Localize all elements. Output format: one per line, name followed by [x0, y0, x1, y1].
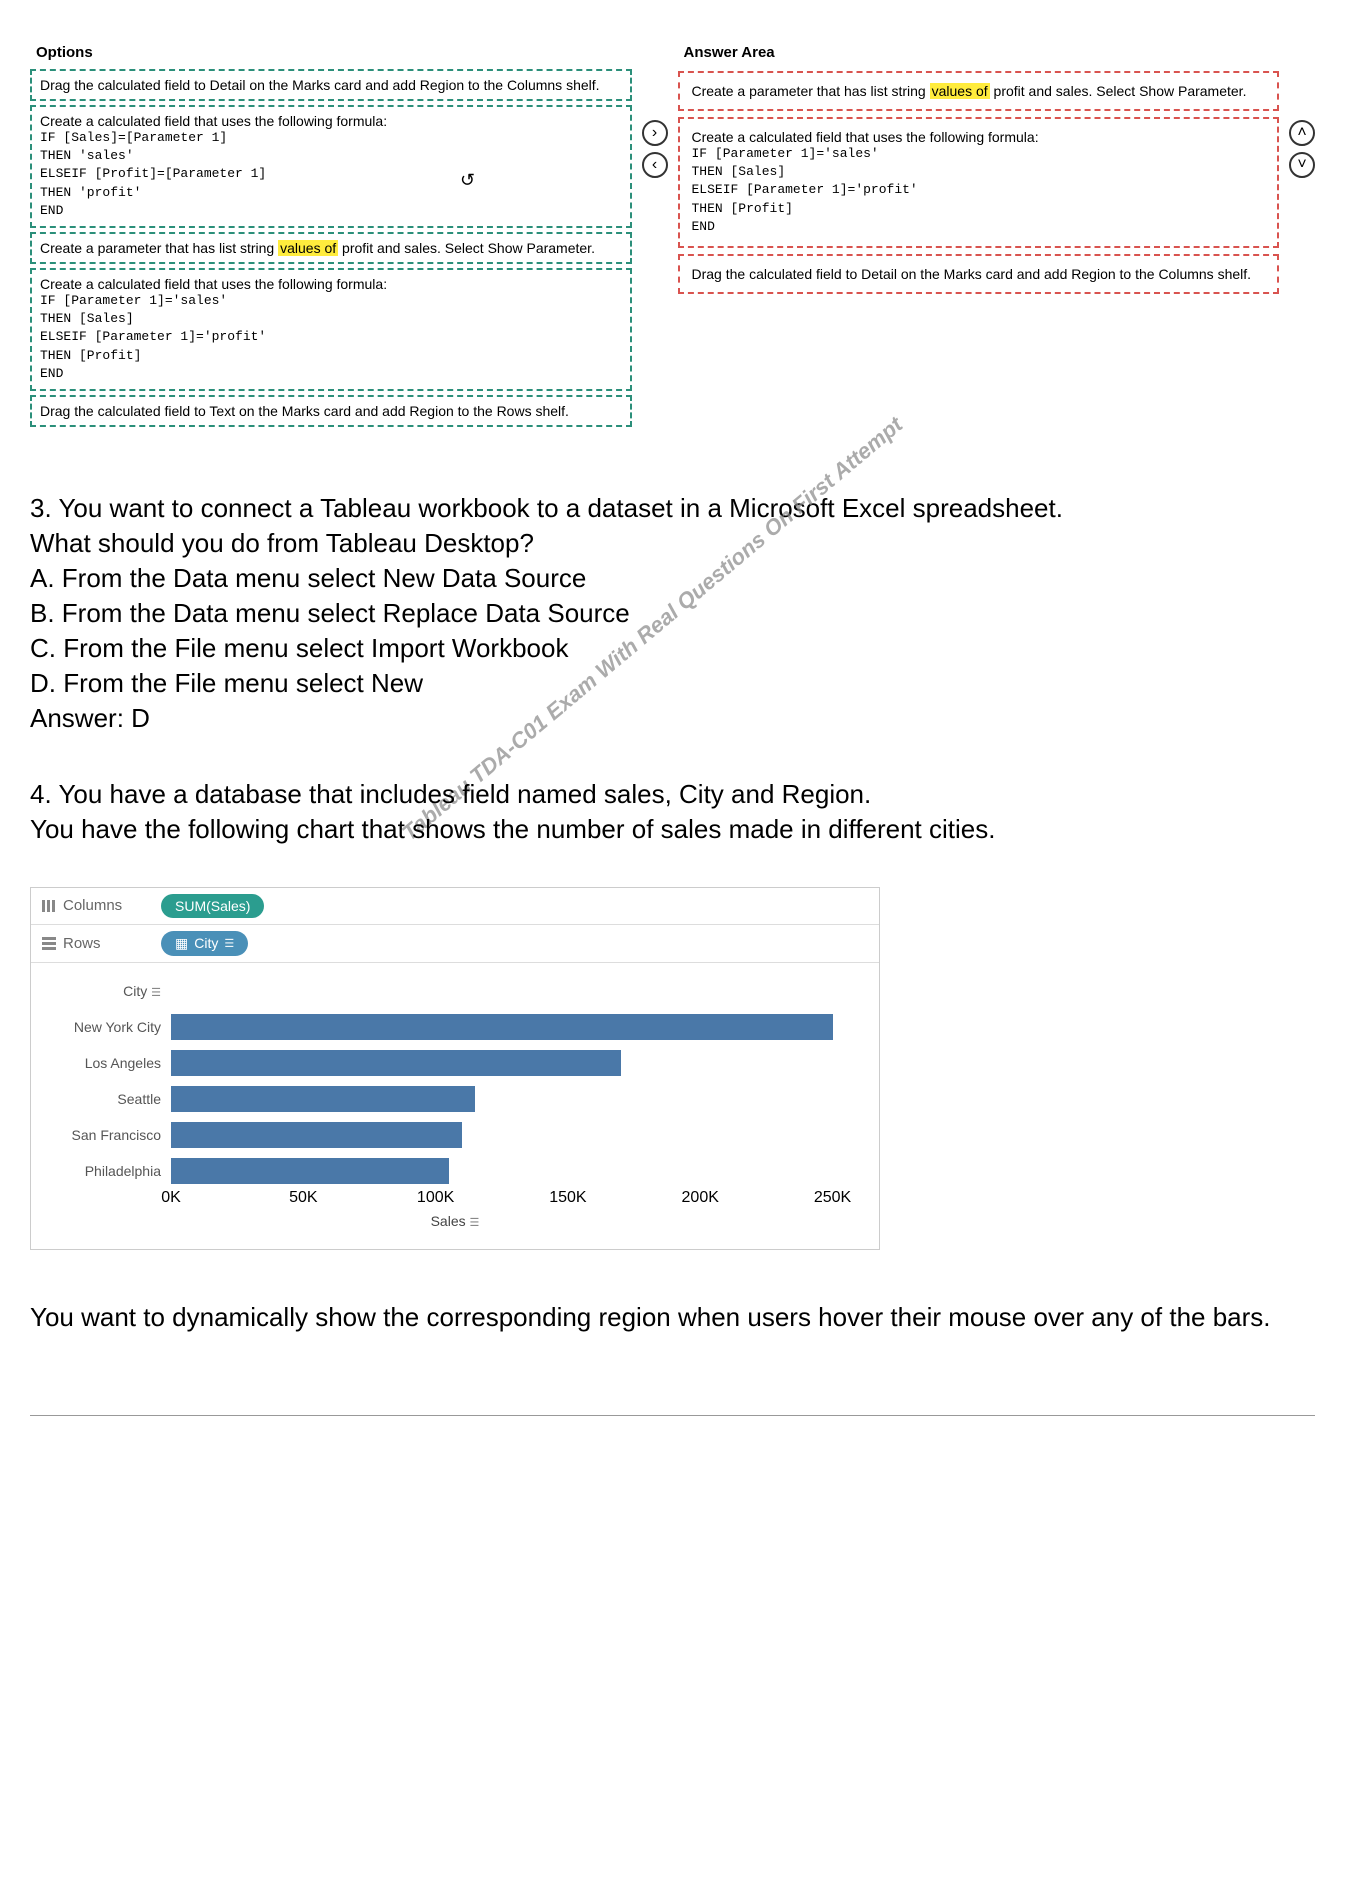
option-item[interactable]: Drag the calculated field to Detail on t… — [30, 69, 632, 101]
q3-option-a: A. From the Data menu select New Data So… — [30, 561, 1315, 596]
option-intro: Create a calculated field that uses the … — [40, 113, 622, 129]
sort-icon: ☰ — [470, 1217, 480, 1229]
columns-pill-text: SUM(Sales) — [175, 898, 250, 914]
highlight: values of — [278, 240, 338, 256]
x-tick: 150K — [549, 1189, 586, 1207]
option-text-post: profit and sales. Select Show Parameter. — [338, 240, 595, 256]
x-tick: 100K — [417, 1189, 454, 1207]
chart-bar-row: Seattle — [51, 1081, 859, 1117]
answer-formula: IF [Parameter 1]='sales' THEN [Sales] EL… — [692, 145, 1266, 236]
move-buttons: › ‹ — [642, 40, 668, 178]
x-axis-title: Sales — [431, 1213, 466, 1229]
answer-slot[interactable]: Create a calculated field that uses the … — [678, 117, 1280, 248]
bar-label: Philadelphia — [51, 1163, 171, 1179]
chart-bar-row: New York City — [51, 1009, 859, 1045]
rows-icon — [41, 936, 57, 950]
option-text: Drag the calculated field to Detail on t… — [40, 77, 600, 93]
option-intro: Create a calculated field that uses the … — [40, 276, 622, 292]
option-item[interactable]: Drag the calculated field to Text on the… — [30, 395, 632, 427]
columns-shelf-label: Columns — [41, 897, 151, 914]
answer-text: Drag the calculated field to Detail on t… — [692, 266, 1252, 282]
q3-answer: Answer: D — [30, 701, 1315, 736]
bar-label: San Francisco — [51, 1127, 171, 1143]
rows-pill[interactable]: ▦ City ☰ — [161, 931, 248, 956]
answer-text-post: profit and sales. Select Show Parameter. — [990, 83, 1247, 99]
bar-label: Seattle — [51, 1091, 171, 1107]
chart-bar-row: Philadelphia — [51, 1153, 859, 1189]
bar-fill[interactable] — [171, 1014, 833, 1040]
q3-stem-b: What should you do from Tableau Desktop? — [30, 526, 1315, 561]
options-column: Options Drag the calculated field to Det… — [30, 40, 632, 431]
q3-stem-a: 3. You want to connect a Tableau workboo… — [30, 491, 1315, 526]
q4-followup: You want to dynamically show the corresp… — [30, 1300, 1315, 1335]
y-axis-title: City — [123, 983, 147, 999]
sort-icon: ☰ — [151, 987, 161, 999]
bar-fill[interactable] — [171, 1050, 621, 1076]
columns-icon — [41, 899, 57, 913]
columns-label-text: Columns — [63, 897, 122, 914]
options-header: Options — [30, 40, 632, 65]
bar-fill[interactable] — [171, 1158, 449, 1184]
x-tick: 250K — [814, 1189, 851, 1207]
option-text: Drag the calculated field to Text on the… — [40, 403, 569, 419]
cursor-icon: ↺ — [460, 170, 475, 191]
answer-header: Answer Area — [678, 40, 1280, 65]
question-4: 4. You have a database that includes fie… — [30, 777, 1315, 847]
bar-chart: City ☰ New York City Los Angeles Seattle Sa… — [31, 963, 879, 1249]
bar-label: Los Angeles — [51, 1055, 171, 1071]
option-item[interactable]: Create a calculated field that uses the … — [30, 268, 632, 391]
question-3: Tableau TDA-C01 Exam With Real Questions… — [30, 491, 1315, 737]
option-formula: IF [Parameter 1]='sales' THEN [Sales] EL… — [40, 292, 622, 383]
columns-pill[interactable]: SUM(Sales) — [161, 894, 264, 918]
bar-label: New York City — [51, 1019, 171, 1035]
highlight: values of — [930, 83, 990, 99]
rows-pill-text: City — [194, 935, 218, 951]
option-formula: IF [Sales]=[Parameter 1] THEN 'sales' EL… — [40, 129, 622, 220]
chart-bar-row: Los Angeles — [51, 1045, 859, 1081]
chart-bar-row: San Francisco — [51, 1117, 859, 1153]
q3-option-d: D. From the File menu select New — [30, 666, 1315, 701]
answer-intro: Create a calculated field that uses the … — [692, 129, 1266, 145]
page-rule — [30, 1415, 1315, 1416]
move-right-button[interactable]: › — [642, 120, 668, 146]
option-item[interactable]: Create a parameter that has list string … — [30, 232, 632, 264]
q3-option-c: C. From the File menu select Import Work… — [30, 631, 1315, 666]
rows-shelf[interactable]: Rows ▦ City ☰ — [31, 925, 879, 963]
answer-slot[interactable]: Drag the calculated field to Detail on t… — [678, 254, 1280, 294]
q3-option-b: B. From the Data menu select Replace Dat… — [30, 596, 1315, 631]
columns-shelf[interactable]: Columns SUM(Sales) — [31, 888, 879, 925]
filter-icon: ☰ — [224, 937, 234, 950]
x-axis: 0K50K100K150K200K250K — [171, 1189, 859, 1209]
x-tick: 200K — [682, 1189, 719, 1207]
answer-column: Answer Area Create a parameter that has … — [678, 40, 1280, 300]
move-up-button[interactable]: ˄ — [1289, 120, 1315, 146]
rows-shelf-label: Rows — [41, 935, 151, 952]
q4-stem-a: 4. You have a database that includes fie… — [30, 777, 1315, 812]
answer-text-pre: Create a parameter that has list string — [692, 83, 930, 99]
reorder-buttons: ˄ ˅ — [1289, 40, 1315, 178]
q4-stem-b: You have the following chart that shows … — [30, 812, 1315, 847]
x-tick: 50K — [289, 1189, 317, 1207]
drag-drop-question: Options Drag the calculated field to Det… — [30, 40, 1315, 431]
tableau-chart-panel: Columns SUM(Sales) Rows ▦ City ☰ City ☰ … — [30, 887, 880, 1250]
bar-fill[interactable] — [171, 1122, 462, 1148]
option-text-pre: Create a parameter that has list string — [40, 240, 278, 256]
x-tick: 0K — [161, 1189, 181, 1207]
option-item[interactable]: Create a calculated field that uses the … — [30, 105, 632, 228]
bar-fill[interactable] — [171, 1086, 475, 1112]
move-down-button[interactable]: ˅ — [1289, 152, 1315, 178]
move-left-button[interactable]: ‹ — [642, 152, 668, 178]
rows-label-text: Rows — [63, 935, 101, 952]
answer-slot[interactable]: Create a parameter that has list string … — [678, 71, 1280, 111]
grid-icon: ▦ — [175, 935, 188, 952]
